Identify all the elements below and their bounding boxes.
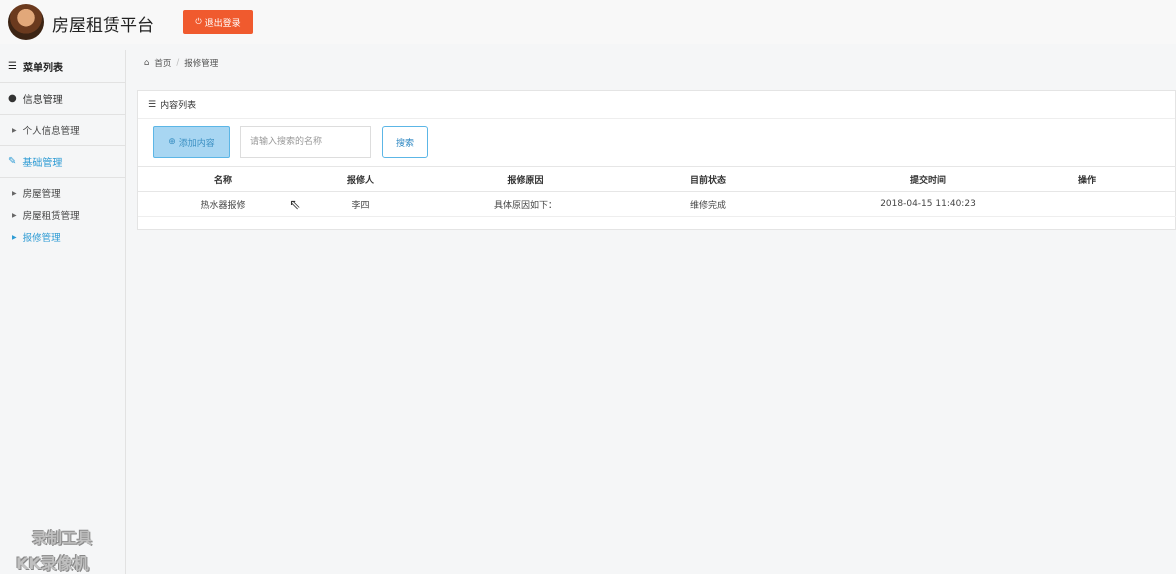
app-title: 房屋租赁平台 bbox=[52, 16, 154, 36]
sidebar-item-repair[interactable]: ▶ 报修管理 bbox=[0, 226, 125, 248]
sidebar-group-info[interactable]: ● 信息管理 bbox=[0, 83, 125, 115]
home-icon: ⌂ bbox=[144, 58, 150, 68]
column-header: 目前状态 bbox=[638, 166, 778, 192]
column-header: 报修人 bbox=[308, 166, 413, 192]
column-header: 名称 bbox=[138, 166, 308, 192]
sidebar-item-house[interactable]: ▶ 房屋管理 bbox=[0, 182, 125, 204]
cell-reporter: 李四 bbox=[308, 191, 413, 217]
caret-right-icon: ▶ bbox=[12, 189, 17, 197]
caret-right-icon: ▶ bbox=[12, 233, 17, 241]
breadcrumb-current: 报修管理 bbox=[184, 59, 219, 69]
sidebar-sub-basic: ▶ 房屋管理 ▶ 房屋租赁管理 ▶ 报修管理 bbox=[0, 178, 125, 252]
cell-actions bbox=[1078, 191, 1176, 217]
cell-status: 维修完成 bbox=[638, 191, 778, 217]
column-header: 提交时间 bbox=[778, 166, 1078, 192]
edit-icon: ✎ bbox=[8, 156, 17, 167]
cell-reason: 具体原因如下： bbox=[413, 191, 638, 217]
sidebar-group-basic[interactable]: ✎ 基础管理 bbox=[0, 146, 125, 178]
user-icon: ● bbox=[8, 93, 17, 104]
search-input[interactable] bbox=[240, 126, 371, 158]
sidebar-title: ☰ 菜单列表 bbox=[0, 50, 125, 83]
list-icon: ☰ bbox=[148, 99, 157, 110]
column-header: 操作 bbox=[1078, 166, 1176, 192]
recorder-watermark: 录制工具 KK录像机 bbox=[16, 529, 93, 573]
caret-right-icon: ▶ bbox=[12, 211, 17, 219]
sidebar-sub-info: ▶ 个人信息管理 bbox=[0, 115, 125, 146]
list-icon: ☰ bbox=[8, 60, 17, 72]
top-header: 房屋租赁平台 ⏻ 退出登录 bbox=[0, 0, 1176, 44]
panel-header: ☰ 内容列表 bbox=[138, 91, 1175, 119]
mouse-cursor-icon: ⇖ bbox=[289, 197, 301, 213]
breadcrumb-separator: / bbox=[176, 58, 180, 68]
logout-label: 退出登录 bbox=[204, 18, 241, 29]
add-icon: ⊕ bbox=[168, 137, 176, 147]
cell-submit-time: 2018-04-15 11:40:23 bbox=[778, 191, 1078, 217]
sidebar-item-personal-info[interactable]: ▶ 个人信息管理 bbox=[0, 119, 125, 141]
avatar[interactable] bbox=[8, 4, 44, 40]
panel-title: 内容列表 bbox=[160, 101, 197, 111]
breadcrumb-home[interactable]: 首页 bbox=[154, 57, 171, 69]
breadcrumb: ⌂ 首页 / 报修管理 bbox=[144, 57, 218, 69]
table-header-row: 名称 报修人 报修原因 目前状态 提交时间 操作 bbox=[138, 166, 1176, 192]
power-icon: ⏻ bbox=[195, 17, 202, 26]
sidebar: ☰ 菜单列表 ● 信息管理 ▶ 个人信息管理 ✎ 基础管理 ▶ 房屋管理 ▶ 房… bbox=[0, 50, 126, 574]
search-button[interactable]: 搜索 bbox=[382, 126, 428, 158]
logout-button[interactable]: ⏻ 退出登录 bbox=[183, 10, 253, 34]
add-content-button[interactable]: ⊕ 添加内容 bbox=[153, 126, 230, 158]
column-header: 报修原因 bbox=[413, 166, 638, 192]
caret-right-icon: ▶ bbox=[12, 126, 17, 134]
sidebar-item-rental[interactable]: ▶ 房屋租赁管理 bbox=[0, 204, 125, 226]
cell-name: 热水器报修 bbox=[138, 191, 308, 217]
